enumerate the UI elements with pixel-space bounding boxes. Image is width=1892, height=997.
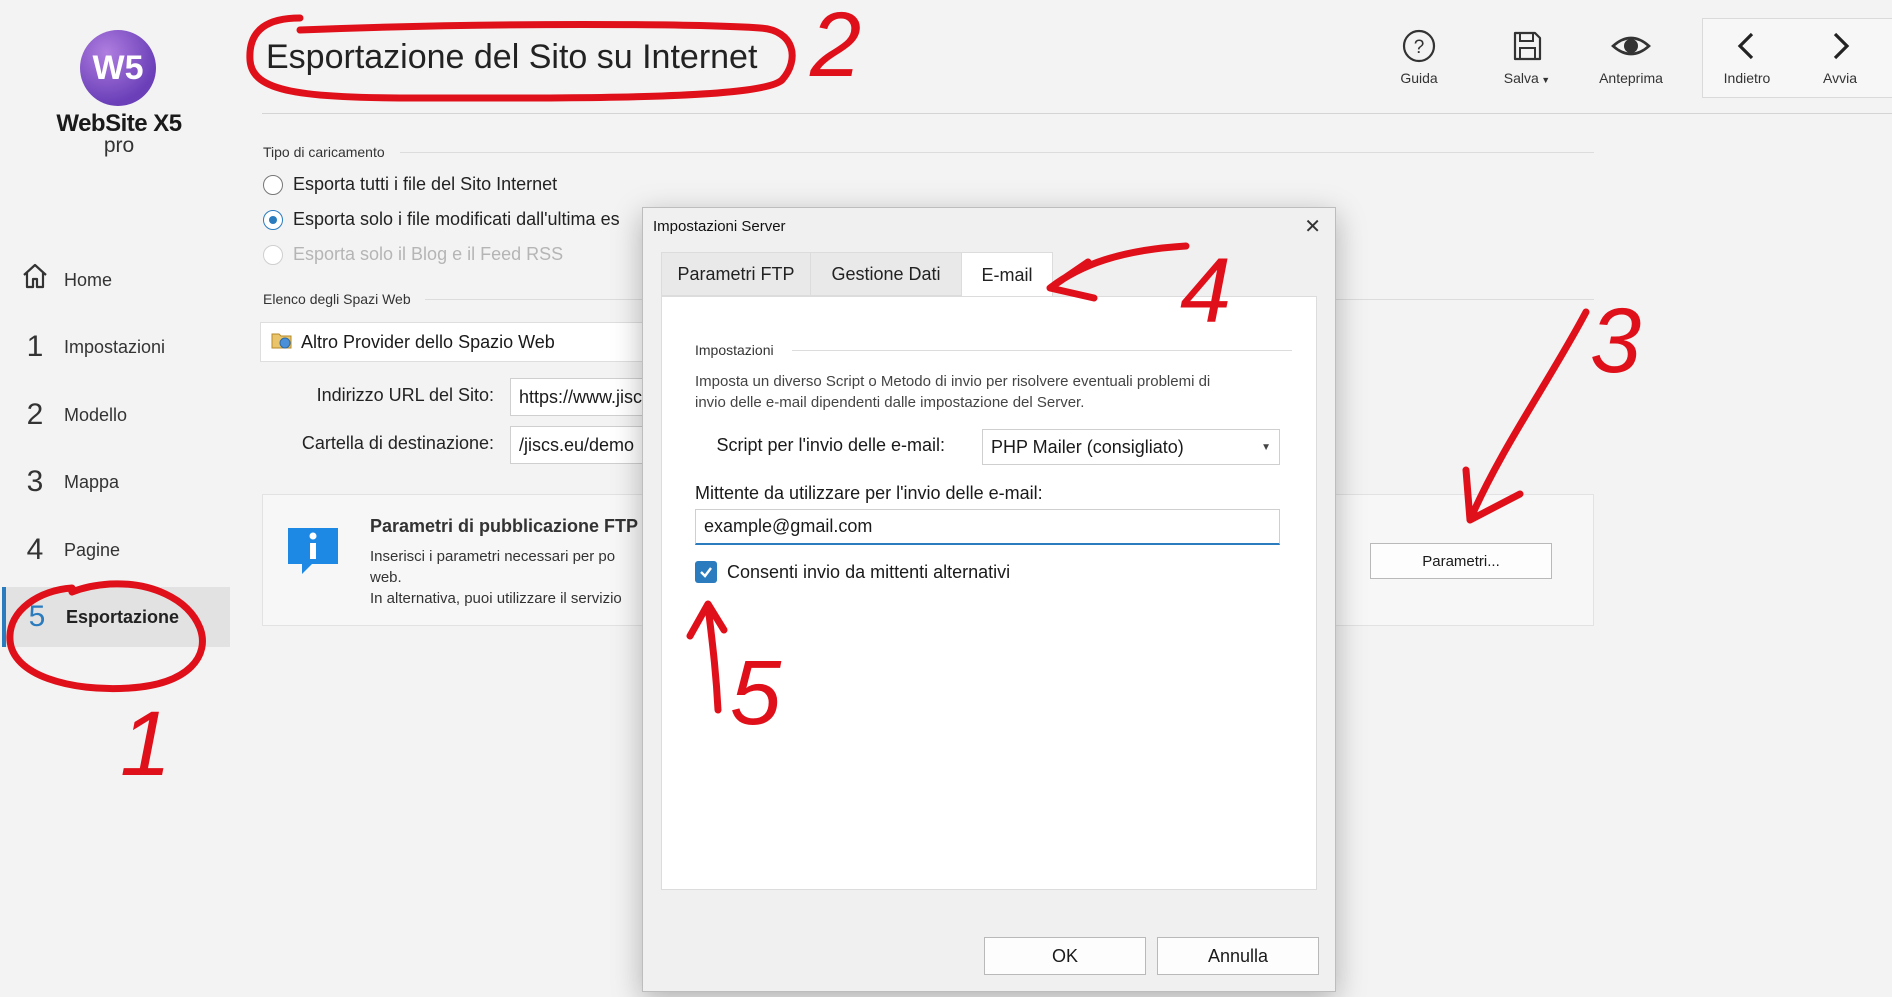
help-button[interactable]: ? Guida [1374, 28, 1464, 86]
sidebar-item-number: 2 [26, 398, 44, 431]
alternative-senders-row[interactable]: Consenti invio da mittenti alternativi [695, 561, 1010, 583]
app-logo: W5 [80, 30, 156, 106]
chevron-down-icon: ▼ [1538, 75, 1551, 85]
sidebar-item-number: 4 [26, 533, 44, 566]
next-button[interactable]: Avvia [1795, 28, 1885, 86]
sidebar-item-number: 1 [26, 330, 44, 363]
ok-button[interactable]: OK [984, 937, 1146, 975]
tab-label: Parametri FTP [677, 263, 795, 284]
back-label: Indietro [1723, 70, 1771, 86]
email-script-select[interactable]: PHP Mailer (consigliato) ▼ [982, 429, 1280, 465]
email-tab-panel: Impostazioni Imposta un diverso Script o… [661, 296, 1317, 890]
radio-export-all[interactable]: Esporta tutti i file del Sito Internet [263, 174, 557, 195]
server-settings-dialog: Impostazioni Server ✕ Parametri FTP Gest… [642, 207, 1336, 992]
help-label: Guida [1400, 70, 1438, 86]
app-logo-mark: W5 [92, 48, 144, 87]
sidebar-item-label: Pagine [64, 539, 121, 560]
email-script-value: PHP Mailer (consigliato) [991, 436, 1184, 457]
help-icon: ? [1402, 29, 1436, 63]
sidebar-item-esportazione[interactable]: 5 Esportazione [2, 587, 230, 647]
sidebar-item-number: 3 [26, 465, 44, 498]
sidebar-item-modello[interactable]: 2 Modello [0, 385, 228, 445]
alternative-senders-label: Consenti invio da mittenti alternativi [727, 561, 1011, 582]
preview-label: Anteprima [1599, 70, 1663, 86]
destination-folder-input[interactable]: /jiscs.eu/demo [510, 426, 662, 464]
ftp-panel-text: web. [370, 569, 402, 586]
ftp-panel-title: Parametri di pubblicazione FTP [370, 516, 639, 536]
back-button[interactable]: Indietro [1702, 28, 1792, 86]
page-title: Esportazione del Sito su Internet [266, 38, 758, 76]
radio-label: Esporta solo i file modificati dall'ulti… [293, 209, 620, 229]
cancel-button[interactable]: Annulla [1157, 937, 1319, 975]
email-script-label: Script per l'invio delle e-mail: [716, 435, 945, 455]
sidebar-item-label: Impostazioni [64, 336, 166, 357]
parameters-button[interactable]: Parametri... [1370, 543, 1552, 579]
close-icon[interactable]: ✕ [1304, 214, 1321, 239]
email-settings-description: invio delle e-mail dipendenti dalle impo… [695, 394, 1085, 411]
ftp-panel-text: In alternativa, puoi utilizzare il servi… [370, 590, 622, 607]
save-button[interactable]: Salva ▼ [1482, 28, 1572, 86]
provider-name: Altro Provider dello Spazio Web [301, 331, 555, 352]
site-url-input[interactable]: https://www.jisc [510, 378, 662, 416]
app-edition: pro [103, 134, 135, 157]
tab-ftp-parameters[interactable]: Parametri FTP [661, 252, 811, 296]
sidebar-item-pagine[interactable]: 4 Pagine [0, 520, 228, 580]
dialog-title: Impostazioni Server [653, 218, 786, 235]
web-spaces-label: Elenco degli Spazi Web [263, 291, 411, 307]
sidebar-item-mappa[interactable]: 3 Mappa [0, 452, 228, 512]
annotation-number-1: 1 [120, 693, 171, 795]
check-icon [700, 567, 712, 578]
svg-text:?: ? [1414, 37, 1425, 58]
sidebar-item-home[interactable]: Home [0, 250, 228, 310]
annotation-number-2: 2 [809, 0, 861, 96]
annotation-arrow-3 [1462, 308, 1590, 524]
sidebar-item-label: Esportazione [66, 606, 180, 627]
alternative-senders-checkbox[interactable] [695, 561, 717, 583]
header-divider [262, 113, 1892, 114]
annotation-number-3: 3 [1590, 290, 1641, 392]
settings-section-label: Impostazioni [695, 342, 774, 358]
sender-label: Mittente da utilizzare per l'invio delle… [695, 483, 1043, 503]
sidebar-item-label: Modello [64, 404, 128, 425]
radio-button [263, 244, 283, 265]
chevron-left-icon [1737, 32, 1754, 60]
radio-export-modified[interactable]: Esporta solo i file modificati dall'ulti… [263, 209, 620, 230]
save-icon [1513, 31, 1542, 61]
home-icon [20, 261, 50, 299]
tab-email[interactable]: E-mail [961, 252, 1053, 298]
sender-email-input[interactable]: example@gmail.com [695, 509, 1280, 545]
site-url-label: Indirizzo URL del Sito: [316, 385, 494, 405]
upload-type-label: Tipo di caricamento [263, 144, 385, 160]
section-divider [400, 152, 1594, 153]
save-label: Salva [1503, 70, 1539, 86]
next-label: Avvia [1823, 70, 1857, 86]
info-icon [286, 526, 340, 581]
sidebar-item-number: 5 [28, 600, 46, 633]
sidebar-item-label: Home [64, 269, 113, 290]
ftp-panel-text: Inserisci i parametri necessari per po [370, 548, 616, 565]
preview-button[interactable]: Anteprima [1586, 28, 1676, 86]
radio-button[interactable] [263, 209, 283, 230]
chevron-right-icon [1833, 32, 1850, 60]
tab-label: E-mail [981, 265, 1033, 285]
section-divider [792, 350, 1292, 351]
eye-icon [1611, 36, 1651, 56]
radio-export-blog: Esporta solo il Blog e il Feed RSS [263, 244, 563, 265]
folder-globe-icon [271, 330, 293, 355]
radio-label: Esporta tutti i file del Sito Internet [293, 174, 558, 194]
destination-folder-label: Cartella di destinazione: [301, 433, 494, 453]
tab-label: Gestione Dati [831, 263, 941, 284]
sidebar-item-label: Mappa [64, 471, 120, 492]
web-space-provider-select[interactable]: Altro Provider dello Spazio Web [260, 322, 660, 362]
sidebar-item-impostazioni[interactable]: 1 Impostazioni [0, 317, 228, 377]
tab-data-management[interactable]: Gestione Dati [810, 252, 962, 296]
radio-button[interactable] [263, 174, 283, 195]
email-settings-description: Imposta un diverso Script o Metodo di in… [695, 373, 1211, 390]
chevron-down-icon: ▼ [1261, 441, 1271, 453]
radio-label: Esporta solo il Blog e il Feed RSS [293, 244, 564, 264]
